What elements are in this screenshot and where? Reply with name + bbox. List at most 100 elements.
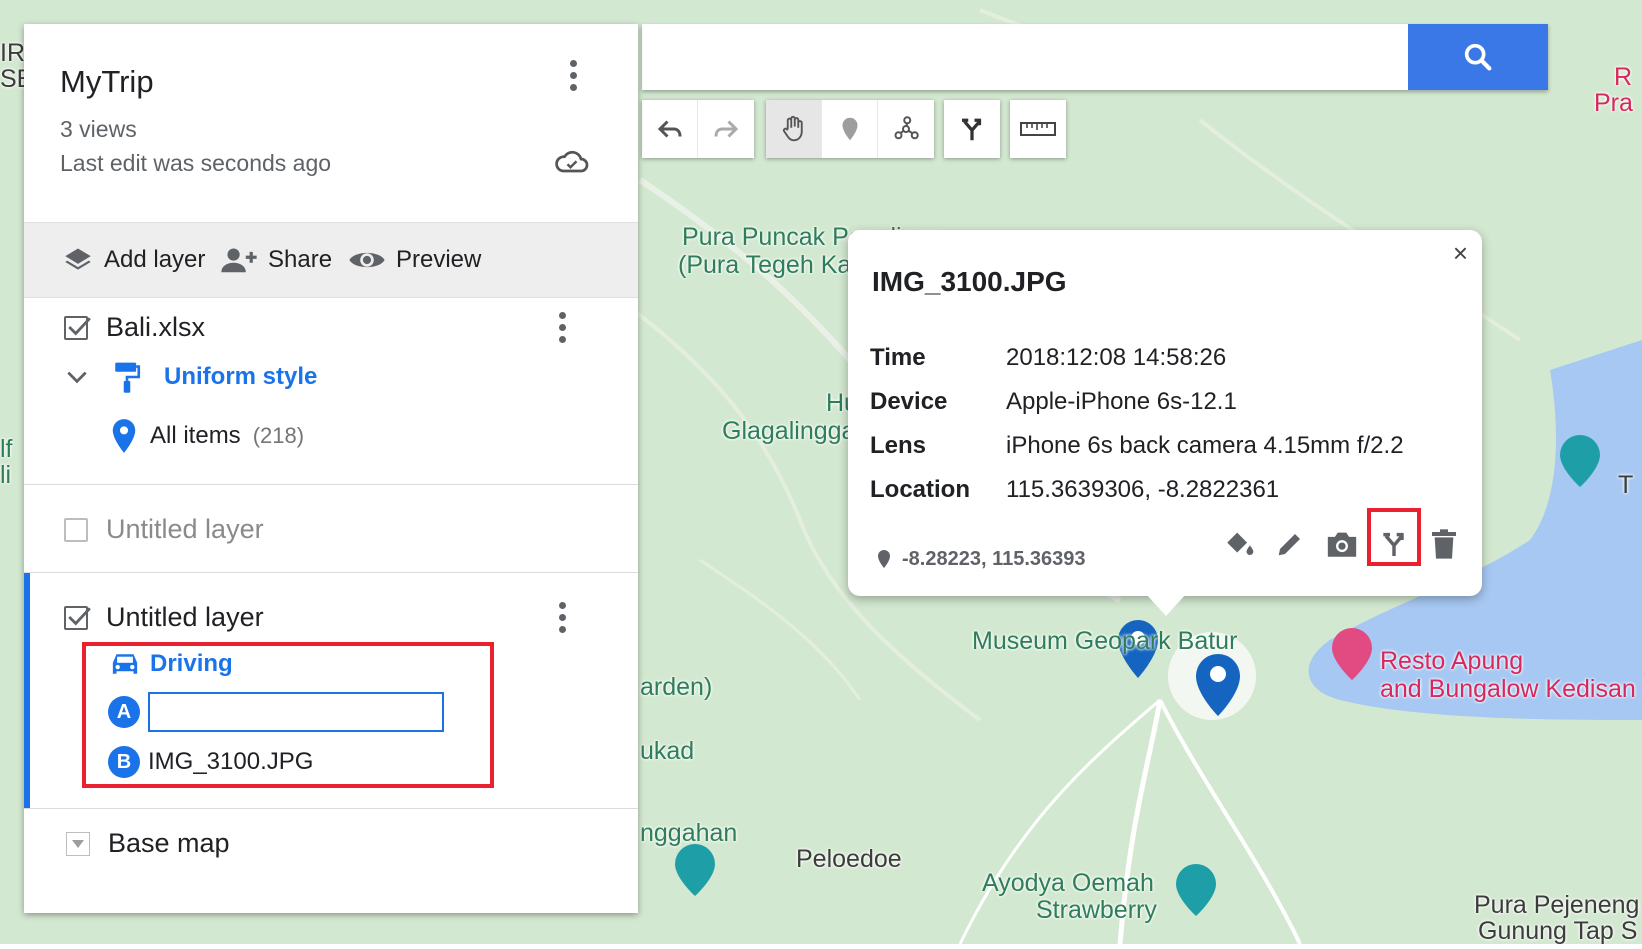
redo-icon	[714, 120, 739, 138]
marker-icon	[842, 117, 857, 141]
layer-options-menu-button[interactable]	[557, 602, 567, 633]
undo-icon	[657, 120, 681, 138]
layer-options-menu-button[interactable]	[557, 312, 567, 343]
redo-button[interactable]	[698, 100, 754, 158]
add-directions-tool[interactable]	[944, 100, 1000, 158]
all-items-count: (218)	[252, 423, 305, 448]
checkmark-icon	[68, 316, 91, 336]
delete-button[interactable]	[1424, 524, 1464, 564]
directions-tool-group	[944, 100, 1000, 158]
last-edit-status: Last edit was seconds ago	[60, 150, 332, 176]
popup-pointer	[1146, 594, 1186, 616]
add-layer-button[interactable]: Add layer	[62, 223, 205, 297]
style-button[interactable]	[1220, 524, 1260, 564]
base-map-row[interactable]: Base map	[66, 828, 230, 859]
feature-coordinates: -8.28223, 115.36393	[876, 548, 1086, 571]
share-label: Share	[268, 246, 333, 273]
draw-line-tool[interactable]	[878, 100, 934, 158]
layer-name[interactable]: Untitled layer	[106, 514, 264, 545]
layers-panel: MyTrip 3 views Last edit was seconds ago…	[24, 24, 638, 913]
cloud-saved-icon	[555, 150, 589, 173]
feature-title: IMG_3100.JPG	[872, 266, 1067, 297]
add-marker-tool[interactable]	[822, 100, 878, 158]
field-key: Location	[870, 476, 970, 503]
add-layer-label: Add layer	[104, 246, 206, 273]
location-pin-icon	[112, 419, 136, 453]
map-label: Peloedoe	[796, 845, 902, 873]
ruler-icon	[1020, 122, 1056, 136]
map-label: T	[1618, 471, 1634, 499]
measure-tool-group	[1010, 100, 1066, 158]
base-map-toggle[interactable]	[66, 831, 90, 856]
map-options-menu-button[interactable]	[568, 60, 578, 91]
search-input[interactable]	[652, 32, 1396, 82]
divider	[24, 808, 638, 809]
map-label: Pra	[1594, 89, 1633, 117]
draw-tools-group	[766, 100, 934, 158]
field-value: 115.3639306, -8.2822361	[1006, 476, 1280, 503]
triangle-down-icon	[72, 839, 84, 848]
camera-icon	[1327, 532, 1357, 557]
layer-visibility-checkbox[interactable]	[64, 517, 88, 542]
coordinates-text: -8.28223, 115.36393	[902, 548, 1086, 570]
map-label: ukad	[640, 737, 695, 765]
preview-button[interactable]: Preview	[348, 223, 481, 297]
checkmark-icon	[68, 606, 91, 626]
pencil-icon	[1278, 534, 1300, 556]
highlight-annotation-box	[1367, 508, 1421, 566]
add-person-icon	[221, 248, 257, 273]
chevron-down-icon[interactable]	[64, 364, 90, 390]
layer-visibility-checkbox[interactable]	[64, 315, 91, 340]
all-items-label: All items	[150, 422, 241, 449]
layer-header: Untitled layer	[64, 602, 264, 633]
field-key: Lens	[870, 432, 927, 459]
add-photo-button[interactable]	[1322, 524, 1362, 564]
layers-icon	[65, 248, 91, 270]
share-button[interactable]: Share	[220, 223, 332, 297]
map-label: Resto Apung	[1380, 647, 1524, 675]
edit-button[interactable]	[1270, 524, 1310, 564]
layer-header: Untitled layer	[64, 514, 264, 545]
location-pin-icon	[878, 549, 890, 568]
eye-icon	[349, 252, 385, 268]
measure-distance-tool[interactable]	[1010, 100, 1066, 158]
uniform-style-link[interactable]: Uniform style	[164, 363, 317, 391]
paint-bucket-icon	[1227, 532, 1254, 556]
field-value: iPhone 6s back camera 4.15mm f/2.2	[1006, 432, 1404, 459]
map-label: Pura Pejeneng	[1474, 891, 1640, 919]
layer-style-row: Uniform style	[64, 360, 317, 394]
field-value: 2018:12:08 14:58:26	[1006, 344, 1227, 371]
field-key: Device	[870, 388, 948, 415]
search-button[interactable]	[1408, 24, 1548, 90]
layer-name[interactable]: Untitled layer	[106, 602, 264, 633]
trash-icon	[1432, 529, 1456, 559]
layer-name[interactable]: Bali.xlsx	[106, 312, 205, 343]
all-items-row[interactable]: All items (218)	[110, 418, 304, 454]
map-label: Ayodya Oemah	[982, 869, 1154, 897]
close-icon[interactable]: ×	[1453, 238, 1468, 269]
search-bar	[642, 24, 1548, 90]
feature-info-popup: × IMG_3100.JPG Time 2018:12:08 14:58:26 …	[848, 230, 1482, 616]
search-icon	[1464, 43, 1492, 71]
base-map-label: Base map	[108, 828, 230, 858]
draw-line-icon	[894, 116, 919, 140]
panel-toolbar: Add layer Share Preview	[24, 222, 638, 298]
field-key: Time	[870, 344, 926, 371]
layer-header: Bali.xlsx	[64, 312, 205, 343]
view-count: 3 views	[60, 116, 137, 142]
map-title[interactable]: MyTrip	[60, 64, 154, 100]
layer-visibility-checkbox[interactable]	[64, 605, 91, 630]
map-label: lf	[0, 435, 13, 463]
field-value: Apple-iPhone 6s-12.1	[1006, 388, 1237, 415]
divider	[24, 572, 638, 573]
undo-redo-group	[642, 100, 754, 158]
directions-fork-icon	[962, 118, 982, 141]
undo-button[interactable]	[642, 100, 698, 158]
paint-roller-icon	[115, 362, 141, 393]
map-label: arden)	[640, 673, 713, 701]
highlight-annotation-box	[82, 642, 494, 788]
select-hand-tool[interactable]	[766, 100, 822, 158]
map-label: IR	[0, 39, 25, 67]
preview-label: Preview	[396, 246, 482, 273]
map-label: li	[0, 461, 12, 489]
